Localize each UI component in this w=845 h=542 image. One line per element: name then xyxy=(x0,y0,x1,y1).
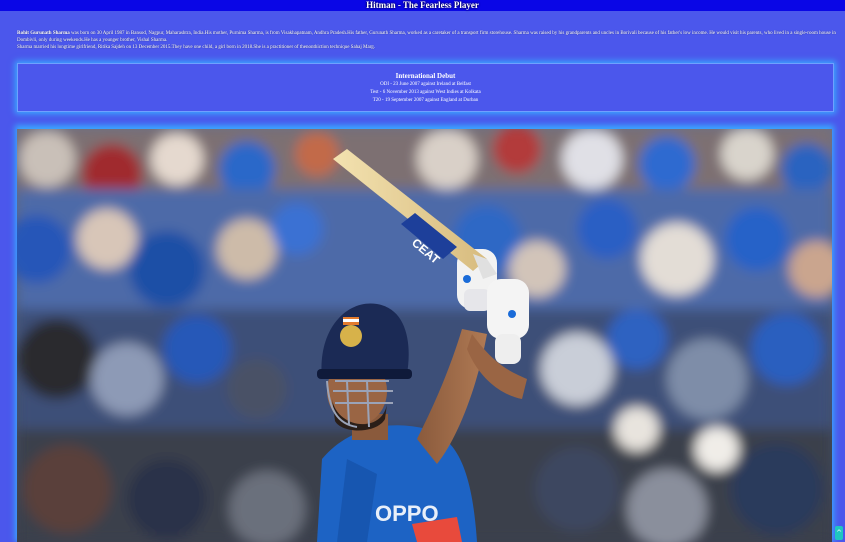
debut-t20: T20 - 19 September 2007 against England … xyxy=(372,98,479,103)
page-header: Hitman - The Fearless Player xyxy=(0,0,845,11)
biography-section: Rohit Gurunath Sharma was born on 30 Apr… xyxy=(17,30,837,51)
debut-odi: ODI - 23 June 2007 against Ireland at Be… xyxy=(380,82,471,87)
bio-paragraph-2: Sharma married his longtime girlfriend, … xyxy=(17,45,376,50)
bio-name: Rohit Gurunath Sharma xyxy=(17,31,70,36)
bio-paragraph-1: was born on 30 April 1987 in Bansod, Nag… xyxy=(17,31,836,43)
international-debut-box: International Debut ODI - 23 June 2007 a… xyxy=(17,63,834,112)
player-photo: OPPO CEAT xyxy=(17,129,832,542)
page-title: Hitman - The Fearless Player xyxy=(366,0,479,10)
debut-test: Test - 6 November 2013 against West Indi… xyxy=(370,90,481,95)
debut-heading: International Debut xyxy=(395,72,456,80)
player-batting-image: OPPO CEAT xyxy=(17,129,832,542)
scroll-to-top-button[interactable]: ^ xyxy=(835,526,843,540)
arrow-up-icon: ^ xyxy=(836,529,842,537)
